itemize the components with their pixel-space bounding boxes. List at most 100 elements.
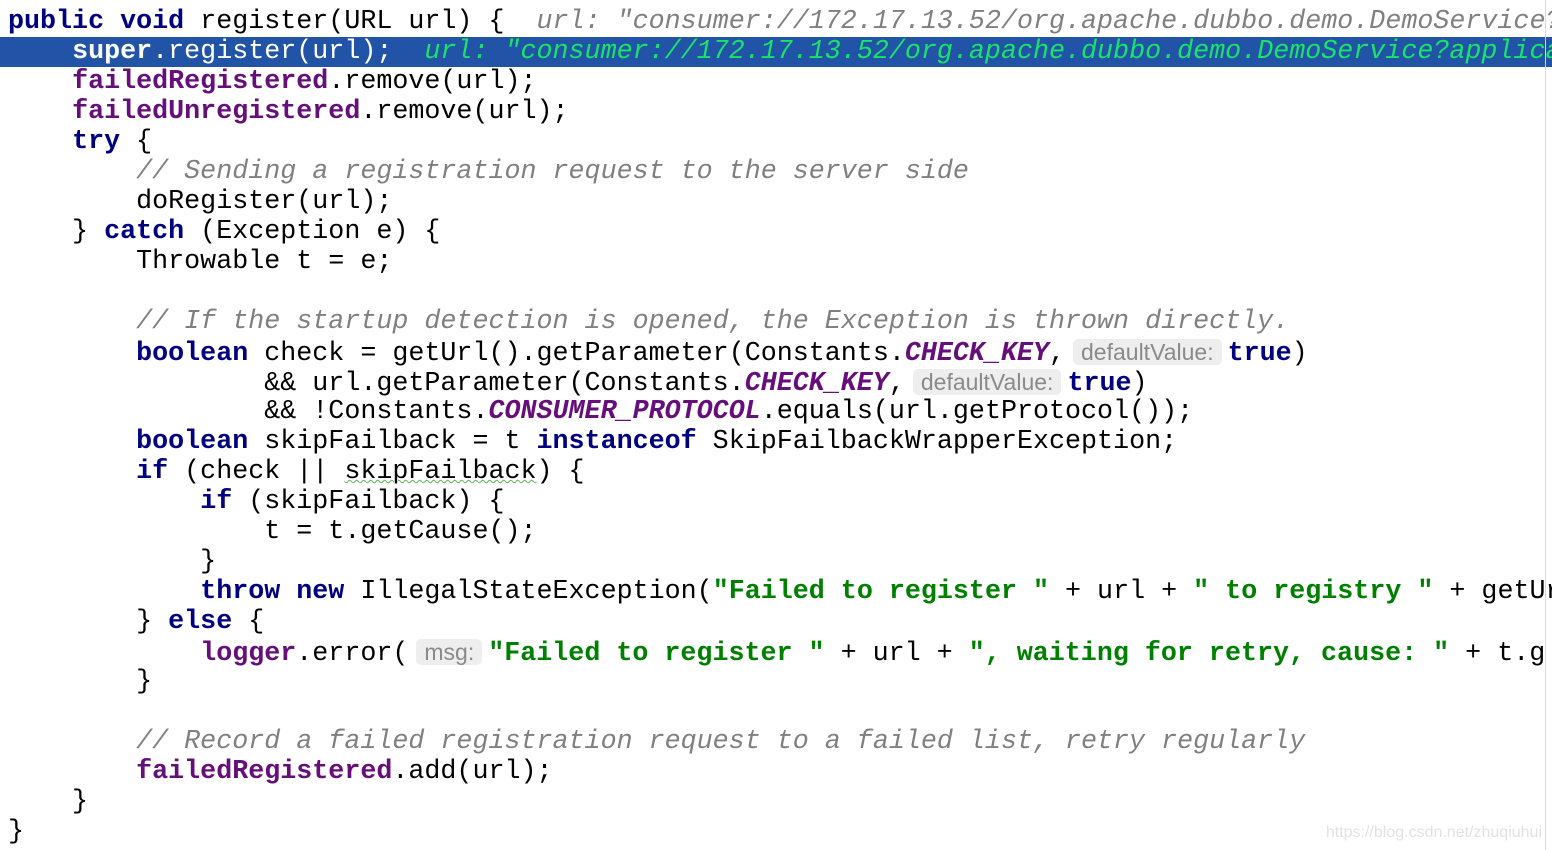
code-line[interactable]: failedUnregistered.remove(url); bbox=[0, 97, 1552, 127]
code-text: check = getUrl().getParameter(Constants. bbox=[248, 339, 905, 367]
code-line[interactable]: } bbox=[0, 787, 1552, 817]
code-line[interactable]: Throwable t = e; bbox=[0, 247, 1552, 277]
code-text: } bbox=[8, 817, 25, 847]
comment: // Record a failed registration request … bbox=[136, 727, 1306, 757]
code-line[interactable]: throw new IllegalStateException("Failed … bbox=[0, 577, 1552, 607]
code-text: + getUr bbox=[1433, 577, 1552, 607]
string-literal: "Failed to register " bbox=[488, 639, 825, 667]
code-line[interactable]: && !Constants.CONSUMER_PROTOCOL.equals(u… bbox=[0, 397, 1552, 427]
static-constant: CHECK_KEY bbox=[904, 339, 1049, 367]
code-line[interactable]: } bbox=[0, 817, 1552, 847]
code-text: } bbox=[8, 787, 89, 817]
code-text: + url + bbox=[824, 639, 969, 667]
watermark: https://blog.csdn.net/zhuqiuhui bbox=[1325, 824, 1542, 841]
code-text: (check || bbox=[168, 457, 345, 487]
code-text: } bbox=[8, 667, 153, 697]
code-line-current[interactable]: super.register(url); url: "consumer://17… bbox=[0, 37, 1552, 67]
code-line[interactable]: try { bbox=[0, 127, 1552, 157]
code-line[interactable] bbox=[0, 277, 1552, 307]
code-text: ) bbox=[1291, 339, 1308, 367]
static-constant: CHECK_KEY bbox=[744, 369, 889, 397]
code-text: .remove(url); bbox=[328, 67, 537, 97]
code-text: register(URL url) { bbox=[200, 7, 537, 37]
code-line[interactable]: doRegister(url); bbox=[0, 187, 1552, 217]
keyword: instanceof bbox=[536, 427, 697, 457]
code-text: .equals(url.getProtocol()); bbox=[760, 397, 1194, 427]
code-line[interactable]: // If the startup detection is opened, t… bbox=[0, 307, 1552, 337]
code-line[interactable]: // Record a failed registration request … bbox=[0, 727, 1552, 757]
code-line[interactable]: } bbox=[0, 547, 1552, 577]
code-line[interactable]: if (check || skipFailback) { bbox=[0, 457, 1552, 487]
code-line[interactable]: failedRegistered.add(url); bbox=[0, 757, 1552, 787]
keyword: true bbox=[1227, 339, 1292, 367]
code-text: skipFailback = t bbox=[248, 427, 537, 457]
debug-inline-value: url: "consumer://172.17.13.52/org.apache… bbox=[536, 7, 1552, 37]
keyword: boolean bbox=[136, 339, 249, 367]
comment: // Sending a registration request to the… bbox=[136, 157, 969, 187]
comment: // If the startup detection is opened, t… bbox=[136, 307, 1290, 337]
code-text: (skipFailback) { bbox=[232, 487, 505, 517]
code-text: Throwable t = e; bbox=[8, 247, 393, 277]
parameter-hint: msg: bbox=[416, 639, 483, 665]
code-text: .add(url); bbox=[392, 757, 553, 787]
code-line[interactable]: && url.getParameter(Constants.CHECK_KEY,… bbox=[0, 367, 1552, 397]
keyword: boolean bbox=[136, 427, 249, 457]
code-text: (Exception e) { bbox=[184, 217, 441, 247]
code-text: .error( bbox=[296, 639, 409, 667]
code-line[interactable]: if (skipFailback) { bbox=[0, 487, 1552, 517]
code-text: SkipFailbackWrapperException; bbox=[696, 427, 1178, 457]
string-literal: ", waiting for retry, cause: " bbox=[968, 639, 1450, 667]
code-line[interactable]: public void register(URL url) { url: "co… bbox=[0, 7, 1552, 37]
field: failedRegistered bbox=[72, 67, 329, 97]
code-text: } bbox=[8, 607, 169, 637]
code-line[interactable]: } else { bbox=[0, 607, 1552, 637]
keyword: super bbox=[72, 37, 153, 67]
code-text: { bbox=[120, 127, 153, 157]
code-line[interactable]: } bbox=[0, 667, 1552, 697]
code-text: doRegister(url); bbox=[8, 187, 393, 217]
code-line[interactable] bbox=[0, 697, 1552, 727]
code-text: , bbox=[888, 369, 905, 397]
field: logger bbox=[200, 639, 297, 667]
code-line[interactable]: logger.error( msg: "Failed to register " +… bbox=[0, 637, 1552, 667]
code-text: .register(url); bbox=[152, 37, 425, 67]
keyword: public void bbox=[8, 7, 201, 37]
code-text: } bbox=[8, 547, 217, 577]
code-text: , bbox=[1049, 339, 1066, 367]
string-literal: " to registry " bbox=[1193, 577, 1434, 607]
static-constant: CONSUMER_PROTOCOL bbox=[488, 397, 761, 427]
keyword: catch bbox=[104, 217, 185, 247]
code-text: ) bbox=[1131, 369, 1148, 397]
code-line[interactable]: } catch (Exception e) { bbox=[0, 217, 1552, 247]
debug-inline-value: url: "consumer://172.17.13.52/org.apache… bbox=[424, 37, 1552, 67]
right-margin-guide bbox=[1545, 0, 1546, 850]
code-line[interactable]: failedRegistered.remove(url); bbox=[0, 67, 1552, 97]
code-editor[interactable]: public void register(URL url) { url: "co… bbox=[0, 0, 1552, 850]
code-line[interactable]: t = t.getCause(); bbox=[0, 517, 1552, 547]
code-line[interactable]: boolean check = getUrl().getParameter(Co… bbox=[0, 337, 1552, 367]
code-text: } bbox=[8, 217, 105, 247]
keyword: else bbox=[168, 607, 233, 637]
keyword: if bbox=[200, 487, 233, 517]
code-text: && !Constants. bbox=[8, 397, 489, 427]
keyword: true bbox=[1067, 369, 1132, 397]
keyword: throw new bbox=[200, 577, 345, 607]
code-text: t = t.getCause(); bbox=[8, 517, 537, 547]
field: failedRegistered bbox=[136, 757, 393, 787]
code-line[interactable]: boolean skipFailback = t instanceof Skip… bbox=[0, 427, 1552, 457]
parameter-hint: defaultValue: bbox=[912, 369, 1062, 395]
code-line[interactable]: // Sending a registration request to the… bbox=[0, 157, 1552, 187]
field: failedUnregistered bbox=[72, 97, 361, 127]
string-literal: "Failed to register " bbox=[712, 577, 1050, 607]
code-text: && url.getParameter(Constants. bbox=[8, 369, 745, 397]
